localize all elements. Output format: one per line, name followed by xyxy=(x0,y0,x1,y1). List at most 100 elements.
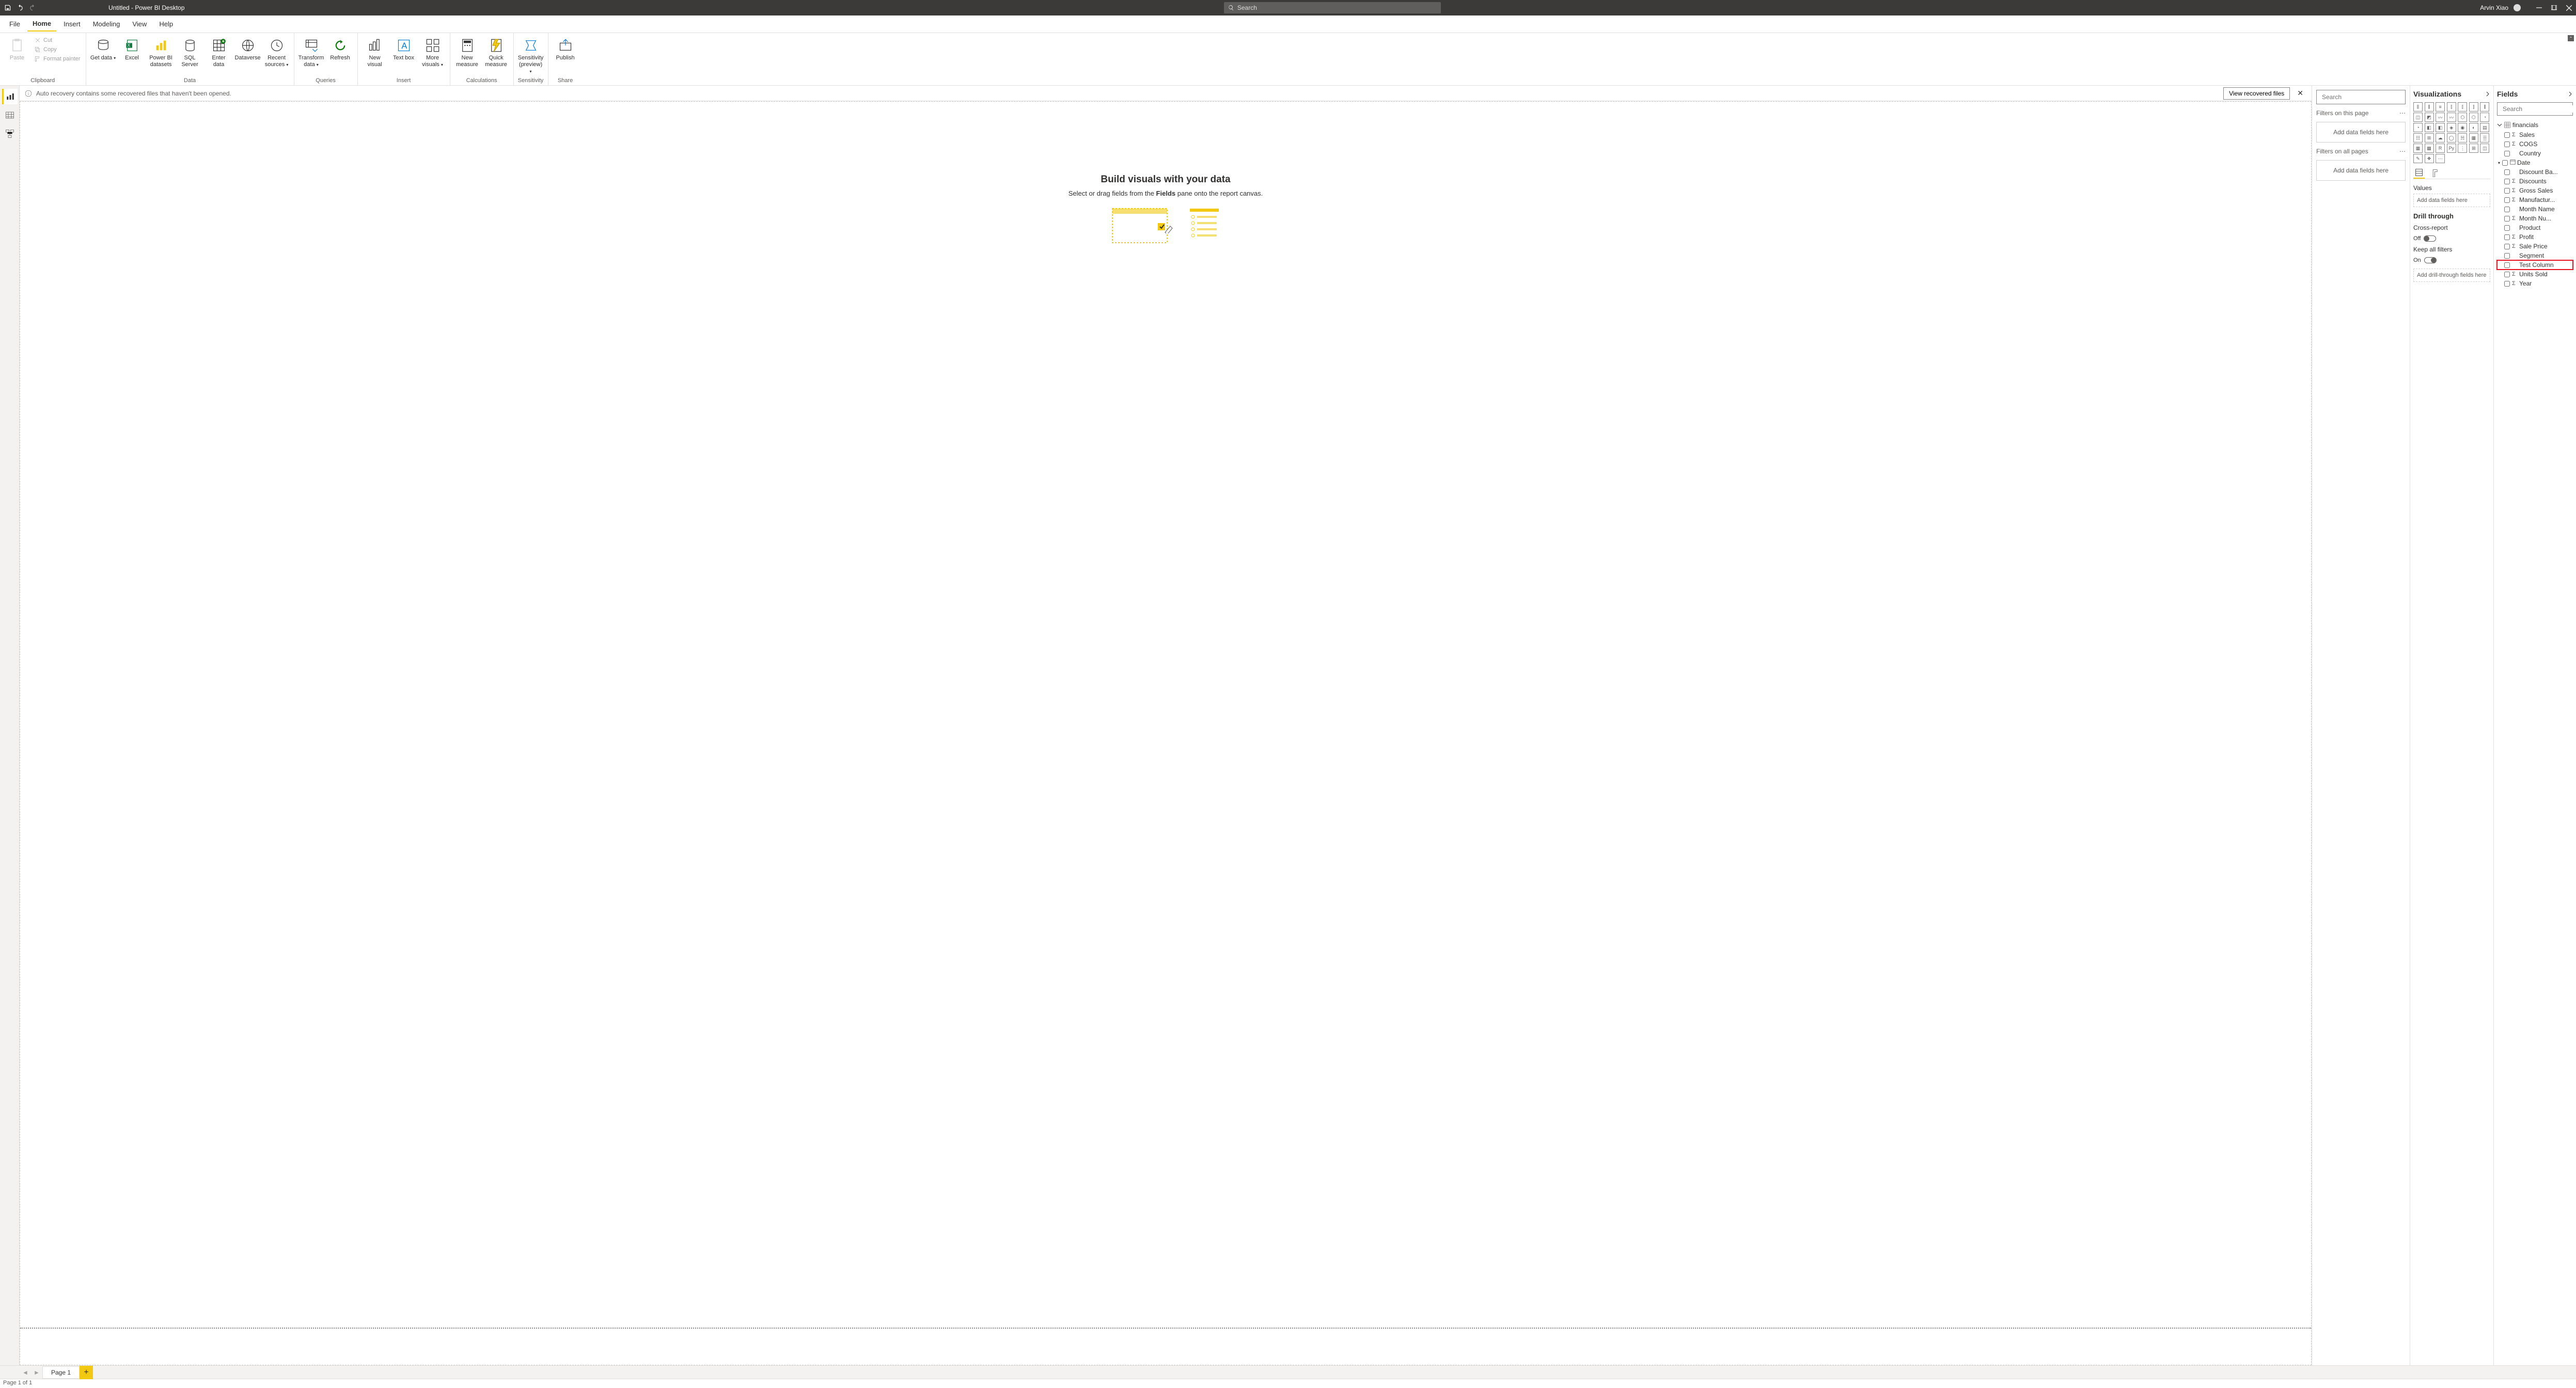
menu-view[interactable]: View xyxy=(127,17,152,31)
field-checkbox[interactable] xyxy=(2504,244,2510,249)
viz-type-13[interactable]: ◔ xyxy=(2480,113,2489,122)
viz-type-19[interactable]: ◐ xyxy=(2469,123,2478,132)
filters-all-drop[interactable]: Add data fields here xyxy=(2316,160,2406,181)
viz-fields-tab[interactable] xyxy=(2413,167,2425,179)
field-checkbox[interactable] xyxy=(2504,216,2510,222)
field-checkbox[interactable] xyxy=(2504,151,2510,156)
viz-type-30[interactable]: R xyxy=(2436,144,2445,153)
data-view-button[interactable] xyxy=(2,107,18,123)
recent-sources-button[interactable]: Recent sources ▾ xyxy=(264,36,290,68)
new-visual-button[interactable]: New visual xyxy=(362,36,388,68)
field-discounts[interactable]: ΣDiscounts xyxy=(2497,177,2573,186)
viz-type-3[interactable]: ⫿ xyxy=(2447,102,2456,112)
enter-data-button[interactable]: Enter data xyxy=(206,36,232,68)
viz-type-23[interactable]: ☁ xyxy=(2436,133,2445,143)
page-next-button[interactable]: ► xyxy=(31,1367,42,1378)
viz-type-12[interactable]: ⬡ xyxy=(2469,113,2478,122)
refresh-button[interactable]: Refresh xyxy=(327,36,353,61)
field-month-nu-[interactable]: ΣMonth Nu... xyxy=(2497,214,2573,223)
menu-modeling[interactable]: Modeling xyxy=(88,17,125,31)
field-sales[interactable]: ΣSales xyxy=(2497,130,2573,139)
viz-type-15[interactable]: ◧ xyxy=(2425,123,2434,132)
undo-icon[interactable] xyxy=(17,4,24,11)
field-discount-ba-[interactable]: Discount Ba... xyxy=(2497,167,2573,177)
viz-type-34[interactable]: ◫ xyxy=(2480,144,2489,153)
avatar[interactable] xyxy=(2514,4,2521,11)
field-gross-sales[interactable]: ΣGross Sales xyxy=(2497,186,2573,195)
global-search[interactable]: Search xyxy=(1224,2,1441,13)
fields-search[interactable] xyxy=(2497,102,2573,116)
viz-type-27[interactable]: ▒ xyxy=(2480,133,2489,143)
viz-type-22[interactable]: ⊞ xyxy=(2425,133,2434,143)
field-checkbox[interactable] xyxy=(2504,207,2510,212)
menu-home[interactable]: Home xyxy=(27,17,56,31)
maximize-icon[interactable] xyxy=(2551,5,2557,11)
field-cogs[interactable]: ΣCOGS xyxy=(2497,139,2573,149)
field-sale-price[interactable]: ΣSale Price xyxy=(2497,242,2573,251)
viz-type-26[interactable]: ▦ xyxy=(2469,133,2478,143)
new-measure-button[interactable]: New measure xyxy=(454,36,480,68)
viz-type-16[interactable]: ◧ xyxy=(2436,123,2445,132)
keep-filters-toggle[interactable]: On xyxy=(2413,257,2490,263)
redo-icon[interactable] xyxy=(29,4,36,11)
notification-close-icon[interactable]: ✕ xyxy=(2294,89,2306,98)
powerbi-datasets-button[interactable]: Power BI datasets xyxy=(148,36,174,68)
chevron-right-icon[interactable] xyxy=(2485,91,2490,97)
viz-type-31[interactable]: Py xyxy=(2447,144,2456,153)
viz-type-25[interactable]: ☵ xyxy=(2458,133,2467,143)
field-segment[interactable]: Segment xyxy=(2497,251,2573,260)
field-checkbox[interactable] xyxy=(2504,262,2510,268)
field-checkbox[interactable] xyxy=(2504,281,2510,287)
ribbon-collapse-icon[interactable]: ⌃ xyxy=(2568,35,2574,41)
viz-type-1[interactable]: ⫼ xyxy=(2425,102,2434,112)
quick-measure-button[interactable]: Quick measure xyxy=(483,36,509,68)
viz-type-0[interactable]: ⫼ xyxy=(2413,102,2423,112)
cross-report-toggle[interactable]: Off xyxy=(2413,235,2490,242)
transform-data-button[interactable]: Transform data ▾ xyxy=(299,36,324,68)
field-checkbox[interactable] xyxy=(2504,197,2510,203)
viz-type-8[interactable]: ◩ xyxy=(2425,113,2434,122)
report-canvas[interactable]: Build visuals with your data Select or d… xyxy=(20,101,2312,1365)
sensitivity-button[interactable]: Sensitivity (preview) ▾ xyxy=(518,36,544,75)
viz-type-7[interactable]: ◫ xyxy=(2413,113,2423,122)
field-country[interactable]: Country xyxy=(2497,149,2573,158)
viz-type-9[interactable]: 〰 xyxy=(2436,113,2445,122)
field-checkbox[interactable] xyxy=(2504,132,2510,138)
menu-file[interactable]: File xyxy=(4,17,25,31)
viz-type-4[interactable]: ⫿ xyxy=(2458,102,2467,112)
close-icon[interactable] xyxy=(2566,5,2572,11)
report-view-button[interactable] xyxy=(2,89,18,104)
field-year[interactable]: ΣYear xyxy=(2497,279,2573,288)
filters-search[interactable] xyxy=(2316,90,2406,104)
field-checkbox[interactable] xyxy=(2504,234,2510,240)
page-tab[interactable]: Page 1 xyxy=(42,1366,80,1379)
field-date[interactable]: ▾Date xyxy=(2497,158,2573,167)
save-icon[interactable] xyxy=(4,4,11,11)
field-checkbox[interactable] xyxy=(2504,141,2510,147)
view-recovered-button[interactable]: View recovered files xyxy=(2223,87,2290,100)
sql-server-button[interactable]: SQL Server xyxy=(177,36,203,68)
chevron-right-icon[interactable] xyxy=(2568,91,2573,97)
page-prev-button[interactable]: ◄ xyxy=(20,1367,31,1378)
field-checkbox[interactable] xyxy=(2504,225,2510,231)
viz-type-20[interactable]: ▤ xyxy=(2480,123,2489,132)
menu-insert[interactable]: Insert xyxy=(58,17,86,31)
field-month-name[interactable]: Month Name xyxy=(2497,204,2573,214)
publish-button[interactable]: Publish xyxy=(553,36,578,61)
filters-page-drop[interactable]: Add data fields here xyxy=(2316,122,2406,143)
viz-format-tab[interactable] xyxy=(2430,167,2441,179)
more-visuals-button[interactable]: More visuals ▾ xyxy=(420,36,446,68)
filters-all-header[interactable]: Filters on all pages⋯ xyxy=(2316,148,2406,155)
field-checkbox[interactable] xyxy=(2504,188,2510,194)
menu-help[interactable]: Help xyxy=(154,17,178,31)
field-checkbox[interactable] xyxy=(2504,253,2510,259)
excel-button[interactable]: XExcel xyxy=(119,36,145,61)
text-box-button[interactable]: AText box xyxy=(391,36,417,61)
viz-type-28[interactable]: ▦ xyxy=(2413,144,2423,153)
field-profit[interactable]: ΣProfit xyxy=(2497,232,2573,242)
field-checkbox[interactable] xyxy=(2502,160,2508,166)
viz-type-18[interactable]: ◉ xyxy=(2458,123,2467,132)
model-view-button[interactable] xyxy=(2,126,18,141)
viz-values-drop[interactable]: Add data fields here xyxy=(2413,194,2490,207)
viz-type-33[interactable]: ⊞ xyxy=(2469,144,2478,153)
